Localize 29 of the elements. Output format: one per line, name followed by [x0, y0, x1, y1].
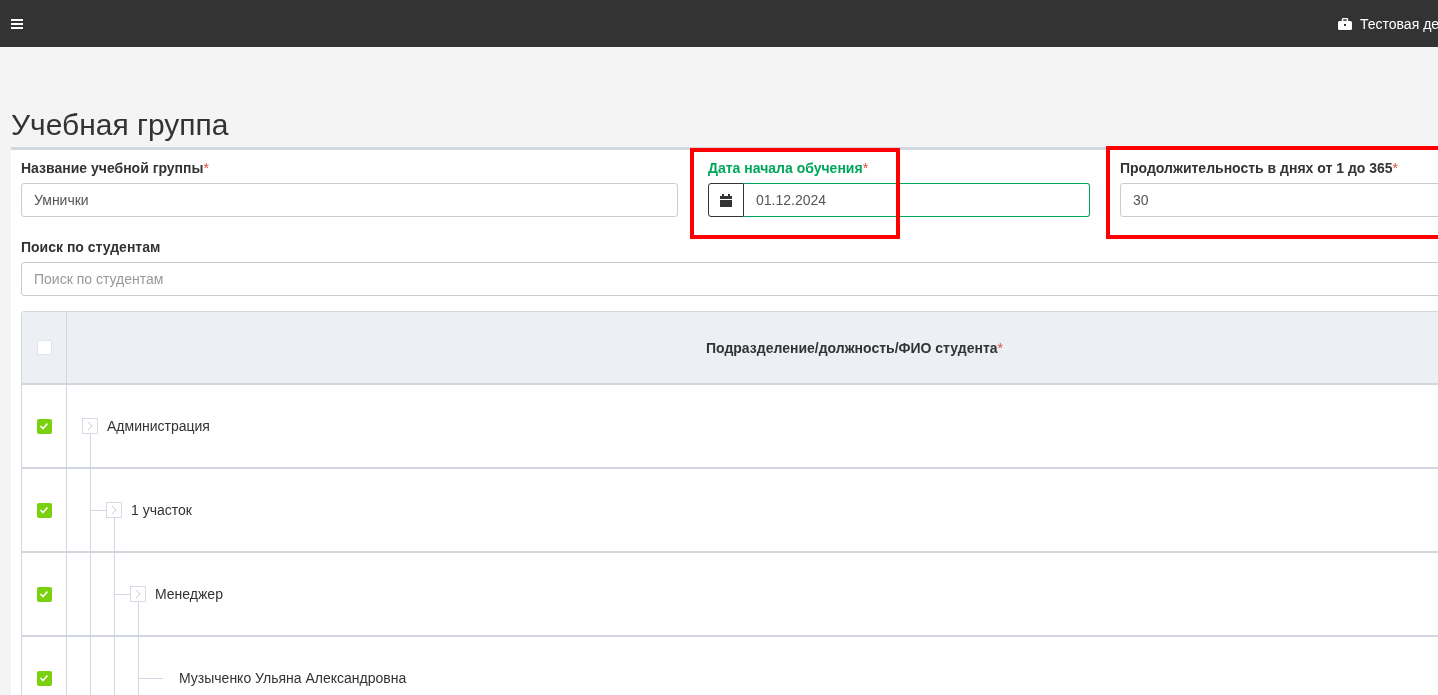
checkbox[interactable]	[36, 340, 52, 355]
field-label: Поиск по студентам	[21, 239, 162, 255]
text-field[interactable]: 30	[1120, 183, 1438, 217]
field-label: Название учебной группы*	[21, 160, 210, 176]
calendar-icon[interactable]	[720, 193, 732, 207]
checkbox[interactable]	[36, 418, 52, 434]
expand-toggle-icon[interactable]	[82, 418, 98, 434]
briefcase-icon	[1338, 17, 1352, 30]
tree-node-label[interactable]: Менеджер	[155, 586, 223, 602]
checkmark-icon	[39, 674, 49, 682]
text-field[interactable]: Умнички	[21, 183, 678, 217]
column-header: Подразделение/должность/ФИО студента*	[706, 339, 1003, 356]
checkbox[interactable]	[36, 586, 52, 602]
checkmark-icon	[39, 590, 49, 598]
expand-toggle-icon[interactable]	[130, 586, 146, 602]
field-label: Продолжительность в днях от 1 до 365*	[1120, 160, 1400, 176]
checkmark-icon	[39, 506, 49, 514]
tree-node-label[interactable]: Музыченко Ульяна Александровна	[179, 670, 407, 686]
tree-node-label[interactable]: 1 участок	[131, 502, 192, 518]
checkbox[interactable]	[36, 502, 52, 518]
page-title: Учебная группа	[10, 107, 230, 143]
menu-icon[interactable]	[11, 18, 23, 29]
checkbox[interactable]	[36, 670, 52, 686]
expand-toggle-icon[interactable]	[106, 502, 122, 518]
field-label: Дата начала обучения*	[708, 160, 870, 176]
company-name[interactable]: Тестовая де	[1360, 15, 1438, 32]
tree-node-label[interactable]: Администрация	[107, 418, 210, 434]
checkmark-icon	[39, 422, 49, 430]
search-field[interactable]: Поиск по студентам	[21, 262, 1438, 296]
